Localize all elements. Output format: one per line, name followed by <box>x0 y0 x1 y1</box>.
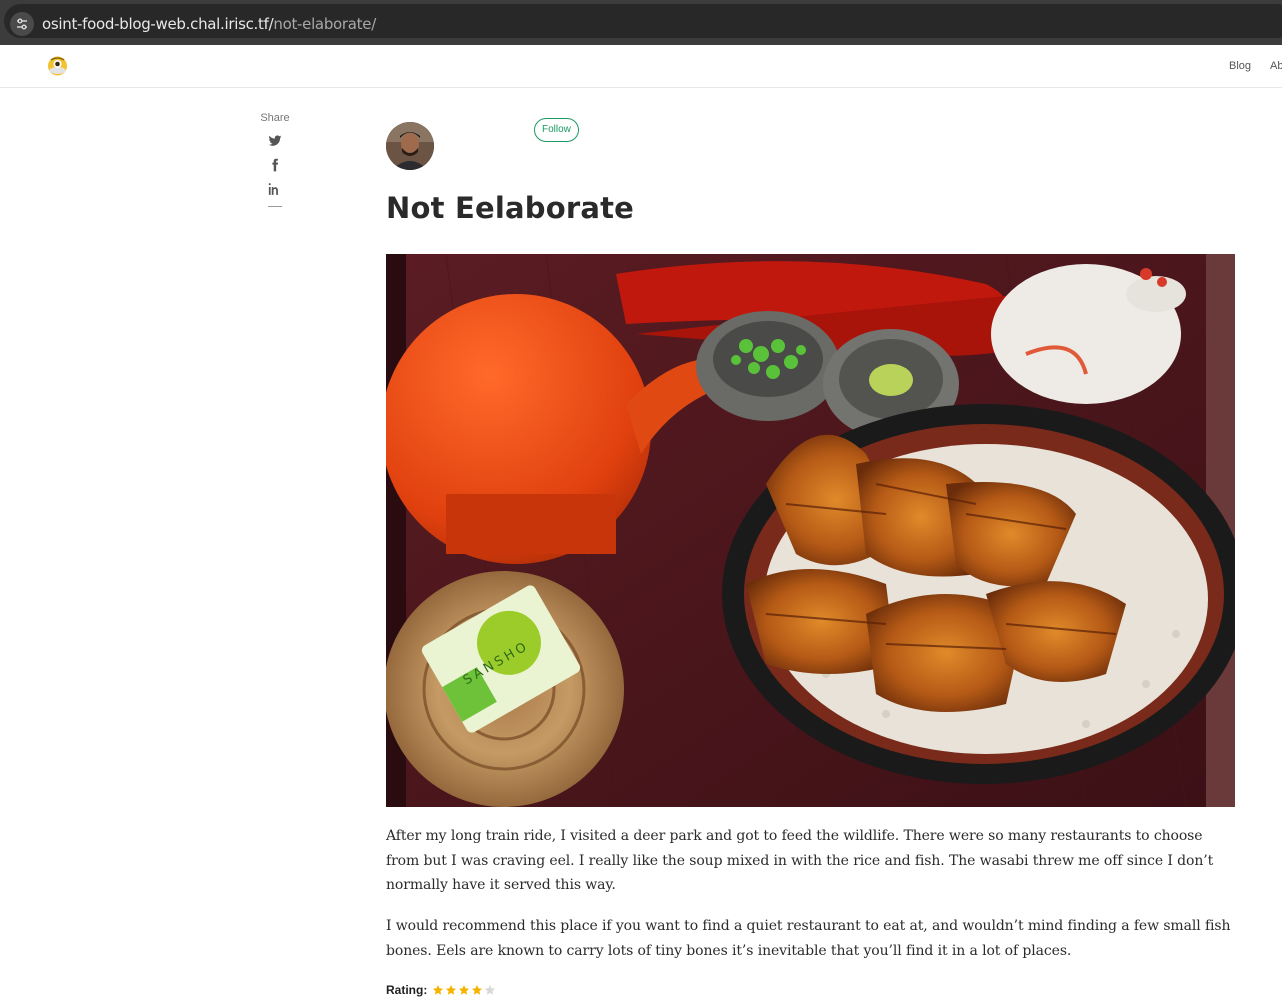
nav-blog-link[interactable]: Blog <box>1229 60 1251 72</box>
url-text[interactable]: osint-food-blog-web.chal.irisc.tf/not-el… <box>42 15 376 33</box>
nav-about-link[interactable]: Ab <box>1270 60 1282 72</box>
star-filled-icon <box>446 985 457 995</box>
rating: Rating: <box>386 983 496 997</box>
share-divider <box>268 206 282 207</box>
post-paragraph: I would recommend this place if you want… <box>386 918 1231 959</box>
site-header: Blog Ab <box>0 45 1282 88</box>
follow-button[interactable]: Follow <box>534 118 579 142</box>
share-label: Share <box>260 112 290 124</box>
browser-toolbar: osint-food-blog-web.chal.irisc.tf/not-el… <box>0 0 1282 45</box>
star-filled-icon <box>472 985 483 995</box>
star-empty-icon <box>485 985 496 995</box>
star-filled-icon <box>433 985 444 995</box>
post-paragraph: After my long train ride, I visited a de… <box>386 828 1214 893</box>
emoji-logo-icon[interactable] <box>47 55 68 76</box>
facebook-icon[interactable] <box>268 158 282 174</box>
twitter-icon[interactable] <box>268 134 282 150</box>
star-filled-icon <box>459 985 470 995</box>
share-sidebar: Share <box>250 112 300 207</box>
avatar[interactable] <box>386 122 434 170</box>
post-hero-image: SANSHO <box>386 254 1235 807</box>
address-bar[interactable]: osint-food-blog-web.chal.irisc.tf/not-el… <box>4 4 1282 38</box>
tune-icon[interactable] <box>10 12 34 36</box>
url-host: osint-food-blog-web.chal.irisc.tf/ <box>42 15 274 33</box>
rating-stars <box>432 984 496 996</box>
post-title: Not Eelaborate <box>386 191 635 225</box>
linkedin-icon[interactable] <box>268 182 282 198</box>
url-path: not-elaborate/ <box>273 15 376 33</box>
rating-label: Rating: <box>386 983 428 997</box>
